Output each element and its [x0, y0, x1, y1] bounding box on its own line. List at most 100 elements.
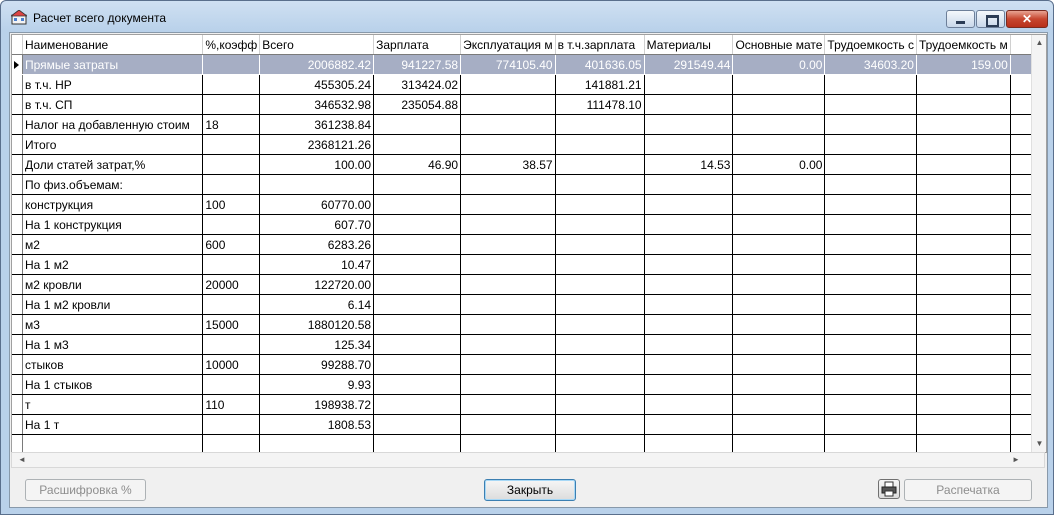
table-cell[interactable]: [824, 114, 917, 135]
row-indicator[interactable]: [12, 334, 23, 355]
table-cell[interactable]: [555, 374, 645, 395]
table-cell[interactable]: 941227.58: [373, 54, 462, 75]
table-cell[interactable]: 455305.24: [259, 74, 375, 95]
table-cell[interactable]: 100.00: [259, 154, 375, 175]
table-cell[interactable]: [732, 294, 826, 315]
row-indicator[interactable]: [12, 354, 23, 375]
table-cell[interactable]: [202, 434, 261, 452]
table-cell[interactable]: [824, 134, 917, 155]
table-cell[interactable]: [644, 394, 734, 415]
table-cell[interactable]: [824, 394, 917, 415]
row-indicator[interactable]: [12, 214, 23, 235]
table-cell[interactable]: На 1 м2 кровли: [22, 294, 204, 315]
table-cell[interactable]: 0.00: [732, 54, 826, 75]
table-cell[interactable]: [824, 314, 917, 335]
table-row[interactable]: в т.ч. НР 455305.24 313424.02 141881.21: [12, 74, 1046, 95]
table-cell[interactable]: Доли статей затрат,%: [22, 154, 204, 175]
table-cell[interactable]: 361238.84: [259, 114, 375, 135]
table-cell[interactable]: [202, 134, 261, 155]
table-cell[interactable]: [916, 394, 1011, 415]
table-row[interactable]: конструкция 100 60770.00: [12, 194, 1046, 215]
table-cell[interactable]: 10.47: [259, 254, 375, 275]
table-cell[interactable]: [824, 194, 917, 215]
table-cell[interactable]: [555, 294, 645, 315]
decode-percent-button[interactable]: Расшифровка %: [25, 479, 146, 501]
table-row[interactable]: м2 600 6283.26: [12, 234, 1046, 255]
table-cell[interactable]: 235054.88: [373, 94, 462, 115]
table-cell[interactable]: [202, 154, 261, 175]
table-cell[interactable]: [916, 334, 1011, 355]
table-cell[interactable]: в т.ч. НР: [22, 74, 204, 95]
table-cell[interactable]: [259, 174, 375, 195]
table-cell[interactable]: [824, 154, 917, 175]
table-row[interactable]: По физ.объемам:: [12, 174, 1046, 195]
table-row[interactable]: т 110 198938.72: [12, 394, 1046, 415]
table-cell[interactable]: [259, 434, 375, 452]
table-cell[interactable]: [732, 434, 826, 452]
table-cell[interactable]: 100: [202, 194, 261, 215]
table-cell[interactable]: [732, 214, 826, 235]
table-cell[interactable]: [555, 254, 645, 275]
table-cell[interactable]: [373, 294, 462, 315]
table-cell[interactable]: [460, 354, 556, 375]
table-cell[interactable]: [373, 214, 462, 235]
table-cell[interactable]: [555, 354, 645, 375]
print-button[interactable]: Распечатка: [904, 479, 1032, 501]
column-header[interactable]: Трудоемкость м: [916, 35, 1011, 55]
table-cell[interactable]: 2006882.42: [259, 54, 375, 75]
table-cell[interactable]: Прямые затраты: [22, 54, 204, 75]
table-row[interactable]: На 1 конструкция 607.70: [12, 214, 1046, 235]
scroll-right-icon[interactable]: ►: [1008, 453, 1024, 467]
table-cell[interactable]: 2368121.26: [259, 134, 375, 155]
table-cell[interactable]: 159.00: [916, 54, 1011, 75]
table-cell[interactable]: [373, 414, 462, 435]
table-cell[interactable]: [555, 334, 645, 355]
table-cell[interactable]: [916, 134, 1011, 155]
table-cell[interactable]: [916, 154, 1011, 175]
table-cell[interactable]: [555, 214, 645, 235]
table-cell[interactable]: [644, 414, 734, 435]
column-header[interactable]: Основные мате: [732, 35, 826, 55]
table-cell[interactable]: [916, 374, 1011, 395]
table-cell[interactable]: [555, 314, 645, 335]
table-cell[interactable]: 600: [202, 234, 261, 255]
table-cell[interactable]: [824, 74, 917, 95]
table-cell[interactable]: [373, 394, 462, 415]
table-cell[interactable]: 122720.00: [259, 274, 375, 295]
table-cell[interactable]: [555, 394, 645, 415]
table-cell[interactable]: конструкция: [22, 194, 204, 215]
table-cell[interactable]: [373, 434, 462, 452]
table-cell[interactable]: 141881.21: [555, 74, 645, 95]
table-cell[interactable]: [916, 114, 1011, 135]
table-cell[interactable]: стыков: [22, 354, 204, 375]
table-cell[interactable]: На 1 конструкция: [22, 214, 204, 235]
table-row[interactable]: в т.ч. СП 346532.98 235054.88 111478.10: [12, 94, 1046, 115]
vertical-scrollbar[interactable]: ▲ ▼: [1031, 35, 1046, 452]
table-cell[interactable]: [824, 334, 917, 355]
table-cell[interactable]: На 1 м2: [22, 254, 204, 275]
table-cell[interactable]: [22, 434, 204, 452]
table-row[interactable]: На 1 м2 10.47: [12, 254, 1046, 275]
table-cell[interactable]: [202, 254, 261, 275]
table-cell[interactable]: [824, 354, 917, 375]
table-cell[interactable]: [202, 414, 261, 435]
table-cell[interactable]: 20000: [202, 274, 261, 295]
table-cell[interactable]: 99288.70: [259, 354, 375, 375]
row-indicator[interactable]: [12, 394, 23, 415]
table-cell[interactable]: [916, 414, 1011, 435]
row-indicator[interactable]: [12, 374, 23, 395]
column-header[interactable]: в т.ч.зарплата: [555, 35, 645, 55]
table-cell[interactable]: [732, 174, 826, 195]
table-cell[interactable]: [824, 94, 917, 115]
table-cell[interactable]: [373, 354, 462, 375]
table-cell[interactable]: [824, 414, 917, 435]
table-cell[interactable]: [732, 194, 826, 215]
table-cell[interactable]: 346532.98: [259, 94, 375, 115]
table-cell[interactable]: На 1 т: [22, 414, 204, 435]
table-cell[interactable]: [824, 214, 917, 235]
table-cell[interactable]: [644, 114, 734, 135]
table-cell[interactable]: На 1 стыков: [22, 374, 204, 395]
table-cell[interactable]: 125.34: [259, 334, 375, 355]
table-row[interactable]: Доли статей затрат,% 100.00 46.90 38.57 14.5…: [12, 154, 1046, 175]
table-cell[interactable]: [460, 374, 556, 395]
